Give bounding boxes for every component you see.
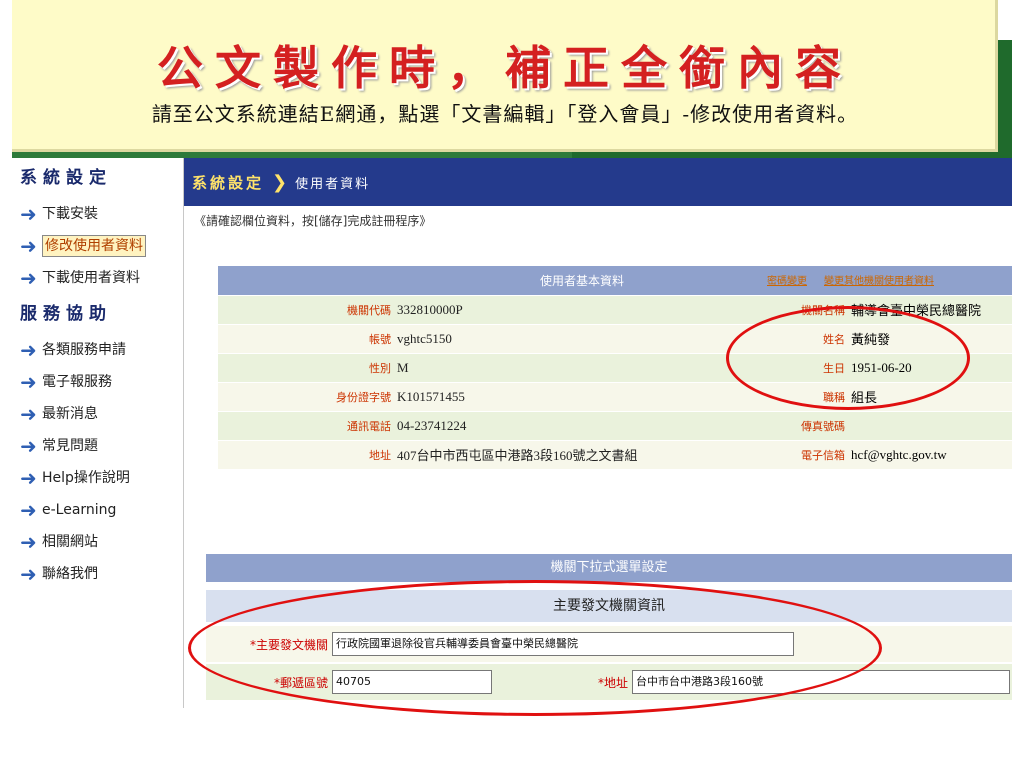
- arrow-right-icon: ➜: [20, 370, 37, 394]
- arrow-right-icon: ➜: [20, 562, 37, 586]
- change-other-agency-link[interactable]: 變更其他機關使用者資料: [824, 276, 934, 287]
- address-input[interactable]: 台中市台中港路3段160號: [632, 670, 1010, 694]
- sidebar-item-links[interactable]: ➜ 相關網站: [12, 526, 183, 558]
- sidebar-section-service: 服務協助: [20, 304, 112, 324]
- sidebar-item-help[interactable]: ➜ Help操作說明: [12, 462, 183, 494]
- arrow-right-icon: ➜: [20, 202, 37, 226]
- table-row: 通訊電話 04-23741224 傳真號碼: [218, 411, 1012, 441]
- table-row: 帳號 vghtc5150 姓名 黃純發: [218, 324, 1012, 354]
- sidebar-item-faq[interactable]: ➜ 常見問題: [12, 430, 183, 462]
- sidebar-item-news[interactable]: ➜ 最新消息: [12, 398, 183, 430]
- main-agency-label: *主要發文機關: [249, 637, 328, 652]
- table-row: 身份證字號 K101571455 職稱 組長: [218, 382, 1012, 412]
- agency-dropdown-section-title: 機關下拉式選單設定: [206, 554, 1012, 582]
- arrow-right-icon: ➜: [20, 466, 37, 490]
- arrow-right-icon: ➜: [20, 266, 37, 290]
- breadcrumb-page: 使用者資料: [295, 176, 371, 192]
- sidebar-item-contact[interactable]: ➜ 聯絡我們: [12, 558, 183, 590]
- sidebar: 系統設定 ➜ 下載安裝 ➜ 修改使用者資料 ➜ 下載使用者資料 服務協助 ➜ 各類服務申…: [12, 158, 184, 708]
- sidebar-item-download-user[interactable]: ➜ 下載使用者資料: [12, 262, 183, 294]
- instruction-banner: 公文製作時，補正全銜內容 請至公文系統連結E網通，點選「文書編輯」「登入會員」-…: [12, 0, 998, 152]
- sidebar-item-download-install[interactable]: ➜ 下載安裝: [12, 198, 183, 230]
- table-row: 性別 M 生日 1951-06-20: [218, 353, 1012, 383]
- breadcrumb: 系統設定 ❯ 使用者資料: [184, 158, 1012, 206]
- zip-address-row: *郵遞區號 40705 *地址 台中市台中港路3段160號: [206, 664, 1012, 700]
- change-password-link[interactable]: 密碼變更: [767, 276, 807, 287]
- arrow-right-icon: ➜: [20, 530, 37, 554]
- banner-subtitle: 請至公文系統連結E網通，點選「文書編輯」「登入會員」-修改使用者資料。: [151, 102, 859, 126]
- address-label: *地址: [597, 675, 628, 690]
- arrow-right-icon: ➜: [20, 234, 37, 258]
- sidebar-item-elearning[interactable]: ➜ e-Learning: [12, 494, 183, 526]
- instruction-text: 《請確認欄位資料，按[儲存]完成註冊程序》: [194, 214, 432, 228]
- sidebar-item-service-apply[interactable]: ➜ 各類服務申請: [12, 334, 183, 366]
- main-agency-subtitle: 主要發文機關資訊: [206, 590, 1012, 622]
- sidebar-section-system: 系統設定: [20, 168, 112, 188]
- arrow-right-icon: ➜: [20, 402, 37, 426]
- main-agency-row: *主要發文機關 行政院國軍退除役官兵輔導委員會臺中榮民總醫院: [206, 626, 1012, 662]
- chevron-right-icon: ❯: [272, 171, 288, 193]
- sidebar-item-edit-user[interactable]: ➜ 修改使用者資料: [12, 230, 183, 262]
- zip-label: *郵遞區號: [273, 675, 328, 690]
- breadcrumb-section[interactable]: 系統設定: [192, 172, 264, 193]
- arrow-right-icon: ➜: [20, 338, 37, 362]
- table-header-row: 使用者基本資料 密碼變更 變更其他機關使用者資料: [218, 266, 1012, 296]
- arrow-right-icon: ➜: [20, 498, 37, 522]
- arrow-right-icon: ➜: [20, 434, 37, 458]
- sidebar-item-newsletter[interactable]: ➜ 電子報服務: [12, 366, 183, 398]
- table-row: 機關代碼 332810000P 機關名稱 輔導會臺中榮民總醫院: [218, 295, 1012, 325]
- table-header: 使用者基本資料: [218, 266, 664, 296]
- table-row: 地址 407台中市西屯區中港路3段160號之文書組 電子信箱 hcf@vghtc.go…: [218, 440, 1012, 470]
- zip-input[interactable]: 40705: [332, 670, 492, 694]
- main-agency-input[interactable]: 行政院國軍退除役官兵輔導委員會臺中榮民總醫院: [332, 632, 794, 656]
- user-basic-table: 使用者基本資料 密碼變更 變更其他機關使用者資料 機關代碼 332810000P 機…: [218, 266, 1012, 470]
- banner-title: 公文製作時，補正全銜內容: [157, 41, 853, 95]
